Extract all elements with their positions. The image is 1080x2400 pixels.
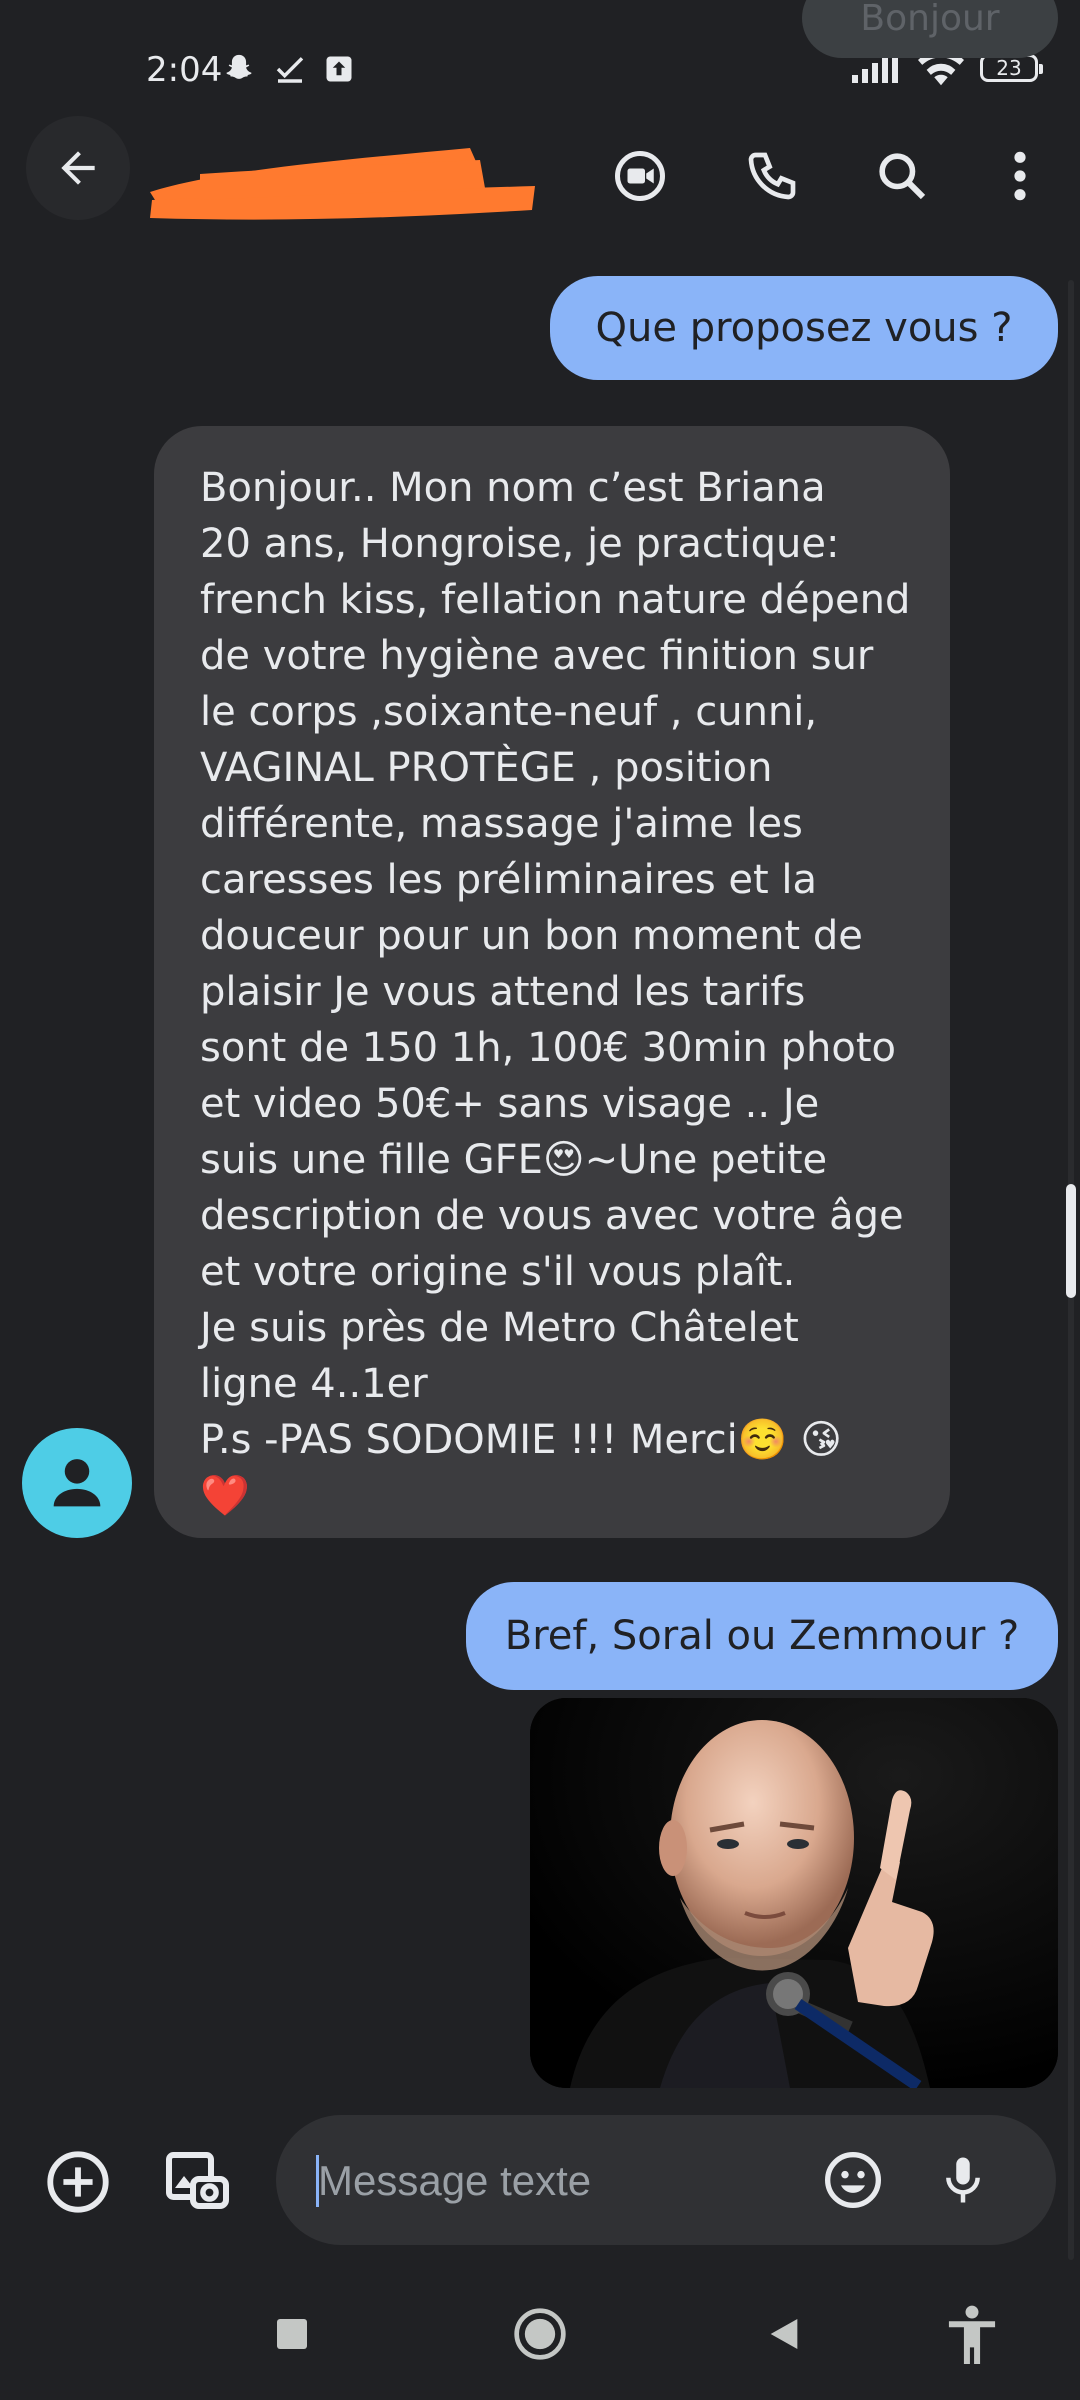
video-call-button[interactable] [604,140,676,212]
message-line: description de vous avec votre âge [200,1193,904,1239]
add-circle-icon [47,2151,109,2213]
battery-indicator: 23 [980,54,1043,82]
upload-icon [326,56,352,82]
message-line: caresses les préliminaires et la [200,857,818,903]
recents-square-icon [277,2319,307,2349]
message-line: de votre hygiène avec finition sur [200,633,874,679]
mic-icon [946,2157,980,2203]
nav-back-button[interactable] [744,2294,824,2374]
suggestion-chip[interactable]: Bonjour [802,0,1058,58]
message-line: ligne 4..1er [200,1361,428,1407]
message-line: et video 50€+ sans visage .. Je [200,1081,820,1127]
incoming-message[interactable]: Bonjour.. Mon nom c’est Briana 20 ans, H… [154,426,950,1538]
photo-attachment[interactable] [530,1698,1058,2088]
snapchat-icon [226,54,252,79]
message-line: 20 ans, Hongroise, je practique: [200,521,840,567]
message-input[interactable] [316,2145,820,2217]
message-line: VAGINAL PROTÈGE , position [200,745,773,791]
message-line: suis une fille GFE😍~Une petite [200,1137,828,1183]
more-options-button[interactable] [984,140,1056,212]
message-line: Bonjour.. Mon nom c’est Briana [200,465,826,511]
task-done-icon [276,57,304,83]
emoji-icon [825,2152,881,2208]
home-button[interactable] [500,2294,580,2374]
accessibility-button[interactable] [932,2294,1012,2374]
outgoing-message[interactable]: Que proposez vous ? [550,276,1058,380]
recents-button[interactable] [252,2294,332,2374]
gallery-button[interactable] [146,2132,246,2232]
back-arrow-icon [61,151,95,185]
message-line: Je suis près de Metro Châtelet [200,1305,799,1351]
gallery-icon [166,2152,229,2209]
status-notification-icons [222,52,354,86]
message-line: douceur pour un bon moment de [200,913,863,959]
message-line: sont de 150 1h, 100€ 30min photo [200,1025,896,1071]
scrollbar-thumb[interactable] [1066,1184,1076,1298]
text-cursor [316,2155,319,2207]
person-icon [53,1459,101,1507]
emoji-button[interactable] [812,2139,894,2221]
search-button[interactable] [866,140,938,212]
contact-avatar[interactable] [22,1428,132,1538]
more-vert-icon [1014,151,1026,201]
search-icon [879,153,926,200]
phone-icon [748,152,796,200]
photo-man-microphone [530,1698,1058,2088]
message-composer [276,2115,1056,2245]
back-button[interactable] [26,116,130,220]
message-line: ❤️ [200,1473,250,1519]
video-call-icon [615,151,665,201]
message-line: plaisir Je vous attend les tarifs [200,969,806,1015]
status-time: 2:04 [146,50,223,90]
outgoing-message[interactable]: Bref, Soral ou Zemmour ? [466,1582,1058,1690]
message-line: différente, massage j'aime les [200,801,803,847]
voice-message-button[interactable] [922,2139,1004,2221]
message-line: et votre origine s'il vous plaît. [200,1249,796,1295]
home-circle-icon [514,2308,566,2360]
add-attachment-button[interactable] [28,2132,128,2232]
message-line: le corps ,soixante-neuf , cunni, [200,689,818,735]
message-line: P.s -PAS SODOMIE !!! Merci☺️ 😘 [200,1417,842,1463]
back-triangle-icon [770,2319,798,2349]
accessibility-icon [948,2305,996,2364]
phone-button[interactable] [736,140,808,212]
message-line: french kiss, fellation nature dépend [200,577,911,623]
redaction-scribble [150,148,535,220]
